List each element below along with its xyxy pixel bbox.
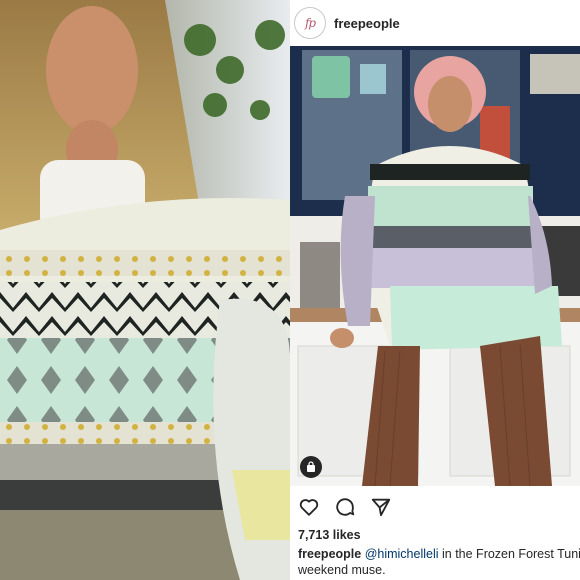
comment-icon[interactable]: [334, 496, 356, 518]
post-username[interactable]: freepeople: [334, 16, 400, 31]
caption-mention[interactable]: @himichelleli: [365, 547, 439, 561]
post-actions: [298, 496, 392, 518]
instagram-post: fp freepeople 7,713 likes freepeople @hi…: [290, 0, 580, 580]
heart-icon[interactable]: [298, 496, 320, 518]
avatar[interactable]: fp: [294, 7, 326, 39]
avatar-logo: fp: [297, 10, 323, 36]
caption-text: in the Frozen Forest Tunic: [438, 547, 580, 561]
share-icon[interactable]: [370, 496, 392, 518]
post-photo[interactable]: [290, 46, 580, 486]
caption-username[interactable]: freepeople: [298, 547, 361, 561]
caption-text-line2: weekend muse.: [298, 563, 386, 577]
post-header: fp freepeople: [290, 0, 580, 46]
product-photo: [0, 0, 290, 580]
likes-count[interactable]: 7,713 likes: [298, 528, 361, 542]
shopping-bag-icon[interactable]: [300, 456, 322, 478]
post-caption: freepeople @himichelleli in the Frozen F…: [298, 546, 580, 578]
